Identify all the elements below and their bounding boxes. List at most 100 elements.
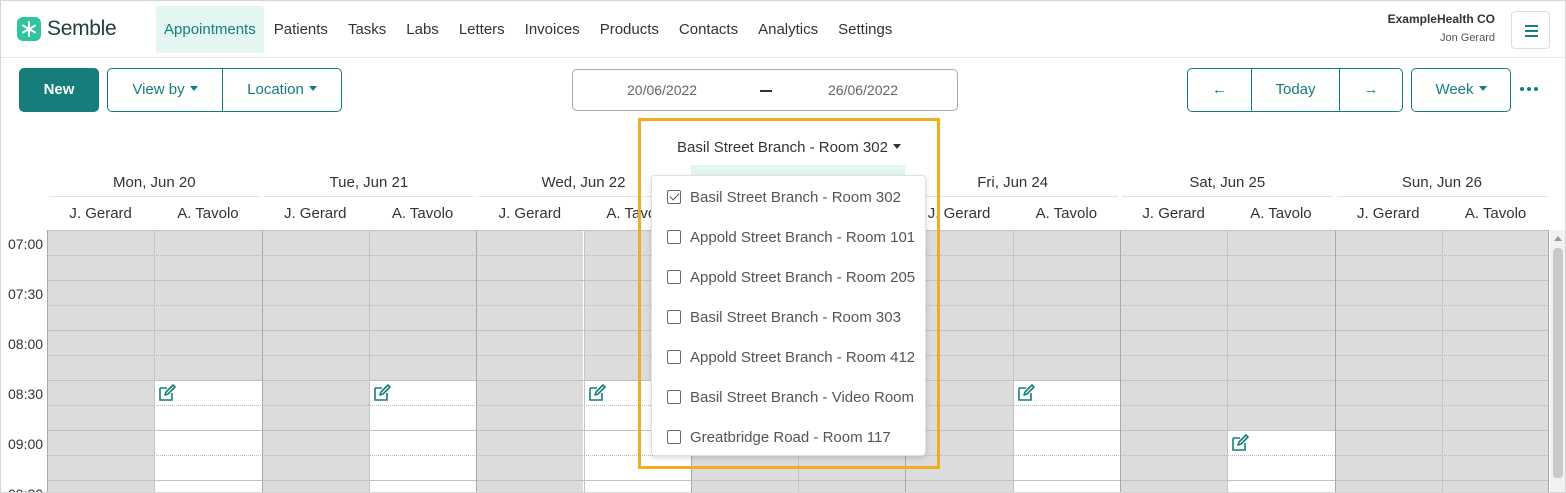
range-label: Week <box>1435 81 1474 98</box>
date-separator <box>760 90 772 92</box>
time-label: 08:30 <box>8 386 44 402</box>
nav-settings[interactable]: Settings <box>828 6 902 53</box>
scroll-thumb[interactable] <box>1553 248 1563 478</box>
practitioner-header: A. Tavolo <box>391 205 454 222</box>
logo[interactable]: Semble <box>17 17 117 41</box>
today-button[interactable]: Today <box>1251 69 1339 111</box>
nav-tasks[interactable]: Tasks <box>338 6 396 53</box>
view-by-label: View by <box>132 81 185 98</box>
edit-icon[interactable] <box>1017 384 1035 402</box>
edit-icon[interactable] <box>158 384 177 402</box>
caret-down-icon <box>1478 86 1487 91</box>
edit-icon[interactable] <box>373 384 391 402</box>
room-option-label: Appold Street Branch - Room 101 <box>690 228 916 246</box>
grid-column-line <box>476 230 478 492</box>
room-option-label: Basil Street Branch - Video Room <box>690 388 914 406</box>
room-option[interactable]: Basil Street Branch - Video Room <box>667 385 914 409</box>
day-header: Sat, Jun 25 <box>1122 169 1333 197</box>
practitioner-header: A. Tavolo <box>1464 205 1527 222</box>
top-nav: Semble Appointments Patients Tasks Labs … <box>1 1 1565 58</box>
main-nav: Appointments Patients Tasks Labs Letters… <box>156 6 902 53</box>
room-option[interactable]: Appold Street Branch - Room 101 <box>667 225 915 249</box>
room-option-label: Appold Street Branch - Room 205 <box>690 268 916 286</box>
unavailable-slot <box>476 230 584 492</box>
room-option-checkbox[interactable] <box>667 310 681 324</box>
nav-appointments[interactable]: Appointments <box>156 6 264 53</box>
edit-icon[interactable] <box>1231 434 1250 452</box>
room-option-checkbox[interactable] <box>667 190 681 204</box>
room-option[interactable]: Appold Street Branch - Room 205 <box>667 265 915 289</box>
grid-column-line <box>261 230 263 492</box>
caret-down-icon <box>308 86 317 91</box>
grid-column-line <box>1120 230 1121 492</box>
date-from[interactable]: 20/06/2022 <box>627 82 697 98</box>
org-name: ExampleHealth CO <box>1387 12 1495 26</box>
grid-column-line <box>583 230 585 492</box>
new-appointment-button[interactable]: New <box>19 68 99 112</box>
scroll-up-icon[interactable] <box>1554 236 1562 241</box>
room-option-checkbox[interactable] <box>667 390 681 404</box>
room-option-label: Basil Street Branch - Room 302 <box>690 188 901 206</box>
app-window: Semble Appointments Patients Tasks Labs … <box>0 0 1566 493</box>
more-horizontal-icon[interactable] <box>1520 87 1540 93</box>
caret-down-icon <box>189 86 198 91</box>
grid-column-line <box>154 230 156 492</box>
view-filter-group: View by Location <box>107 68 342 112</box>
nav-analytics[interactable]: Analytics <box>748 6 828 53</box>
edit-icon[interactable] <box>588 384 606 402</box>
nav-labs[interactable]: Labs <box>396 6 449 53</box>
next-week-button[interactable]: → <box>1339 69 1402 111</box>
practitioner-header: A. Tavolo <box>1250 205 1312 222</box>
menu-button[interactable] <box>1511 11 1550 49</box>
room-selected-label: Basil Street Branch - Room 302 <box>677 139 888 156</box>
grid-column-line <box>1548 230 1549 492</box>
location-label: Location <box>247 81 304 98</box>
grid-column-line <box>1012 230 1014 492</box>
nav-products[interactable]: Products <box>590 6 669 53</box>
unavailable-slot <box>261 230 369 492</box>
grid-column-line <box>1227 230 1229 492</box>
grid-column-line <box>1441 230 1443 492</box>
room-option-label: Basil Street Branch - Room 303 <box>690 308 901 326</box>
unavailable-slot <box>1441 230 1550 492</box>
account-info[interactable]: ExampleHealth CO Jon Gerard <box>1388 12 1495 44</box>
room-selector-button[interactable]: Basil Street Branch - Room 302 <box>641 139 937 156</box>
location-dropdown[interactable]: Location <box>222 69 341 111</box>
semble-logo-icon <box>17 17 41 41</box>
brand-name: Semble <box>47 17 117 40</box>
calendar-scrollbar[interactable] <box>1550 230 1565 492</box>
date-range-picker[interactable]: 20/06/2022 26/06/2022 <box>572 69 958 111</box>
view-by-dropdown[interactable]: View by <box>108 69 222 111</box>
nav-patients[interactable]: Patients <box>264 6 338 53</box>
unavailable-slot <box>1334 230 1442 492</box>
time-label: 09:30 <box>8 486 43 492</box>
grid-column-line <box>47 230 48 492</box>
grid-column-line <box>1334 230 1336 492</box>
user-name: Jon Gerard <box>1439 32 1495 44</box>
room-option[interactable]: Basil Street Branch - Room 302 <box>667 185 901 209</box>
time-label: 07:30 <box>8 286 44 302</box>
room-option-label: Greatbridge Road - Room 117 <box>690 428 891 446</box>
room-option[interactable]: Basil Street Branch - Room 303 <box>667 305 901 329</box>
time-label: 08:00 <box>8 336 44 352</box>
day-header: Sun, Jun 26 <box>1336 169 1548 197</box>
room-option-checkbox[interactable] <box>667 270 681 284</box>
day-header: Mon, Jun 20 <box>49 169 260 197</box>
room-option-checkbox[interactable] <box>667 430 681 444</box>
previous-week-button[interactable]: ← <box>1188 69 1251 111</box>
nav-invoices[interactable]: Invoices <box>515 6 590 53</box>
room-option-checkbox[interactable] <box>667 350 681 364</box>
room-option[interactable]: Appold Street Branch - Room 412 <box>667 345 915 369</box>
range-group: Week <box>1411 68 1511 112</box>
unavailable-slot <box>47 230 155 492</box>
practitioner-header: J. Gerard <box>1142 205 1205 222</box>
practitioner-header: J. Gerard <box>69 205 132 222</box>
date-to[interactable]: 26/06/2022 <box>828 82 898 98</box>
nav-letters[interactable]: Letters <box>449 6 515 53</box>
time-label: 09:00 <box>8 436 44 452</box>
range-dropdown[interactable]: Week <box>1412 69 1510 111</box>
room-option[interactable]: Greatbridge Road - Room 117 <box>667 425 891 449</box>
room-option-checkbox[interactable] <box>667 230 681 244</box>
nav-contacts[interactable]: Contacts <box>669 6 748 53</box>
practitioner-header: J. Gerard <box>283 205 347 222</box>
